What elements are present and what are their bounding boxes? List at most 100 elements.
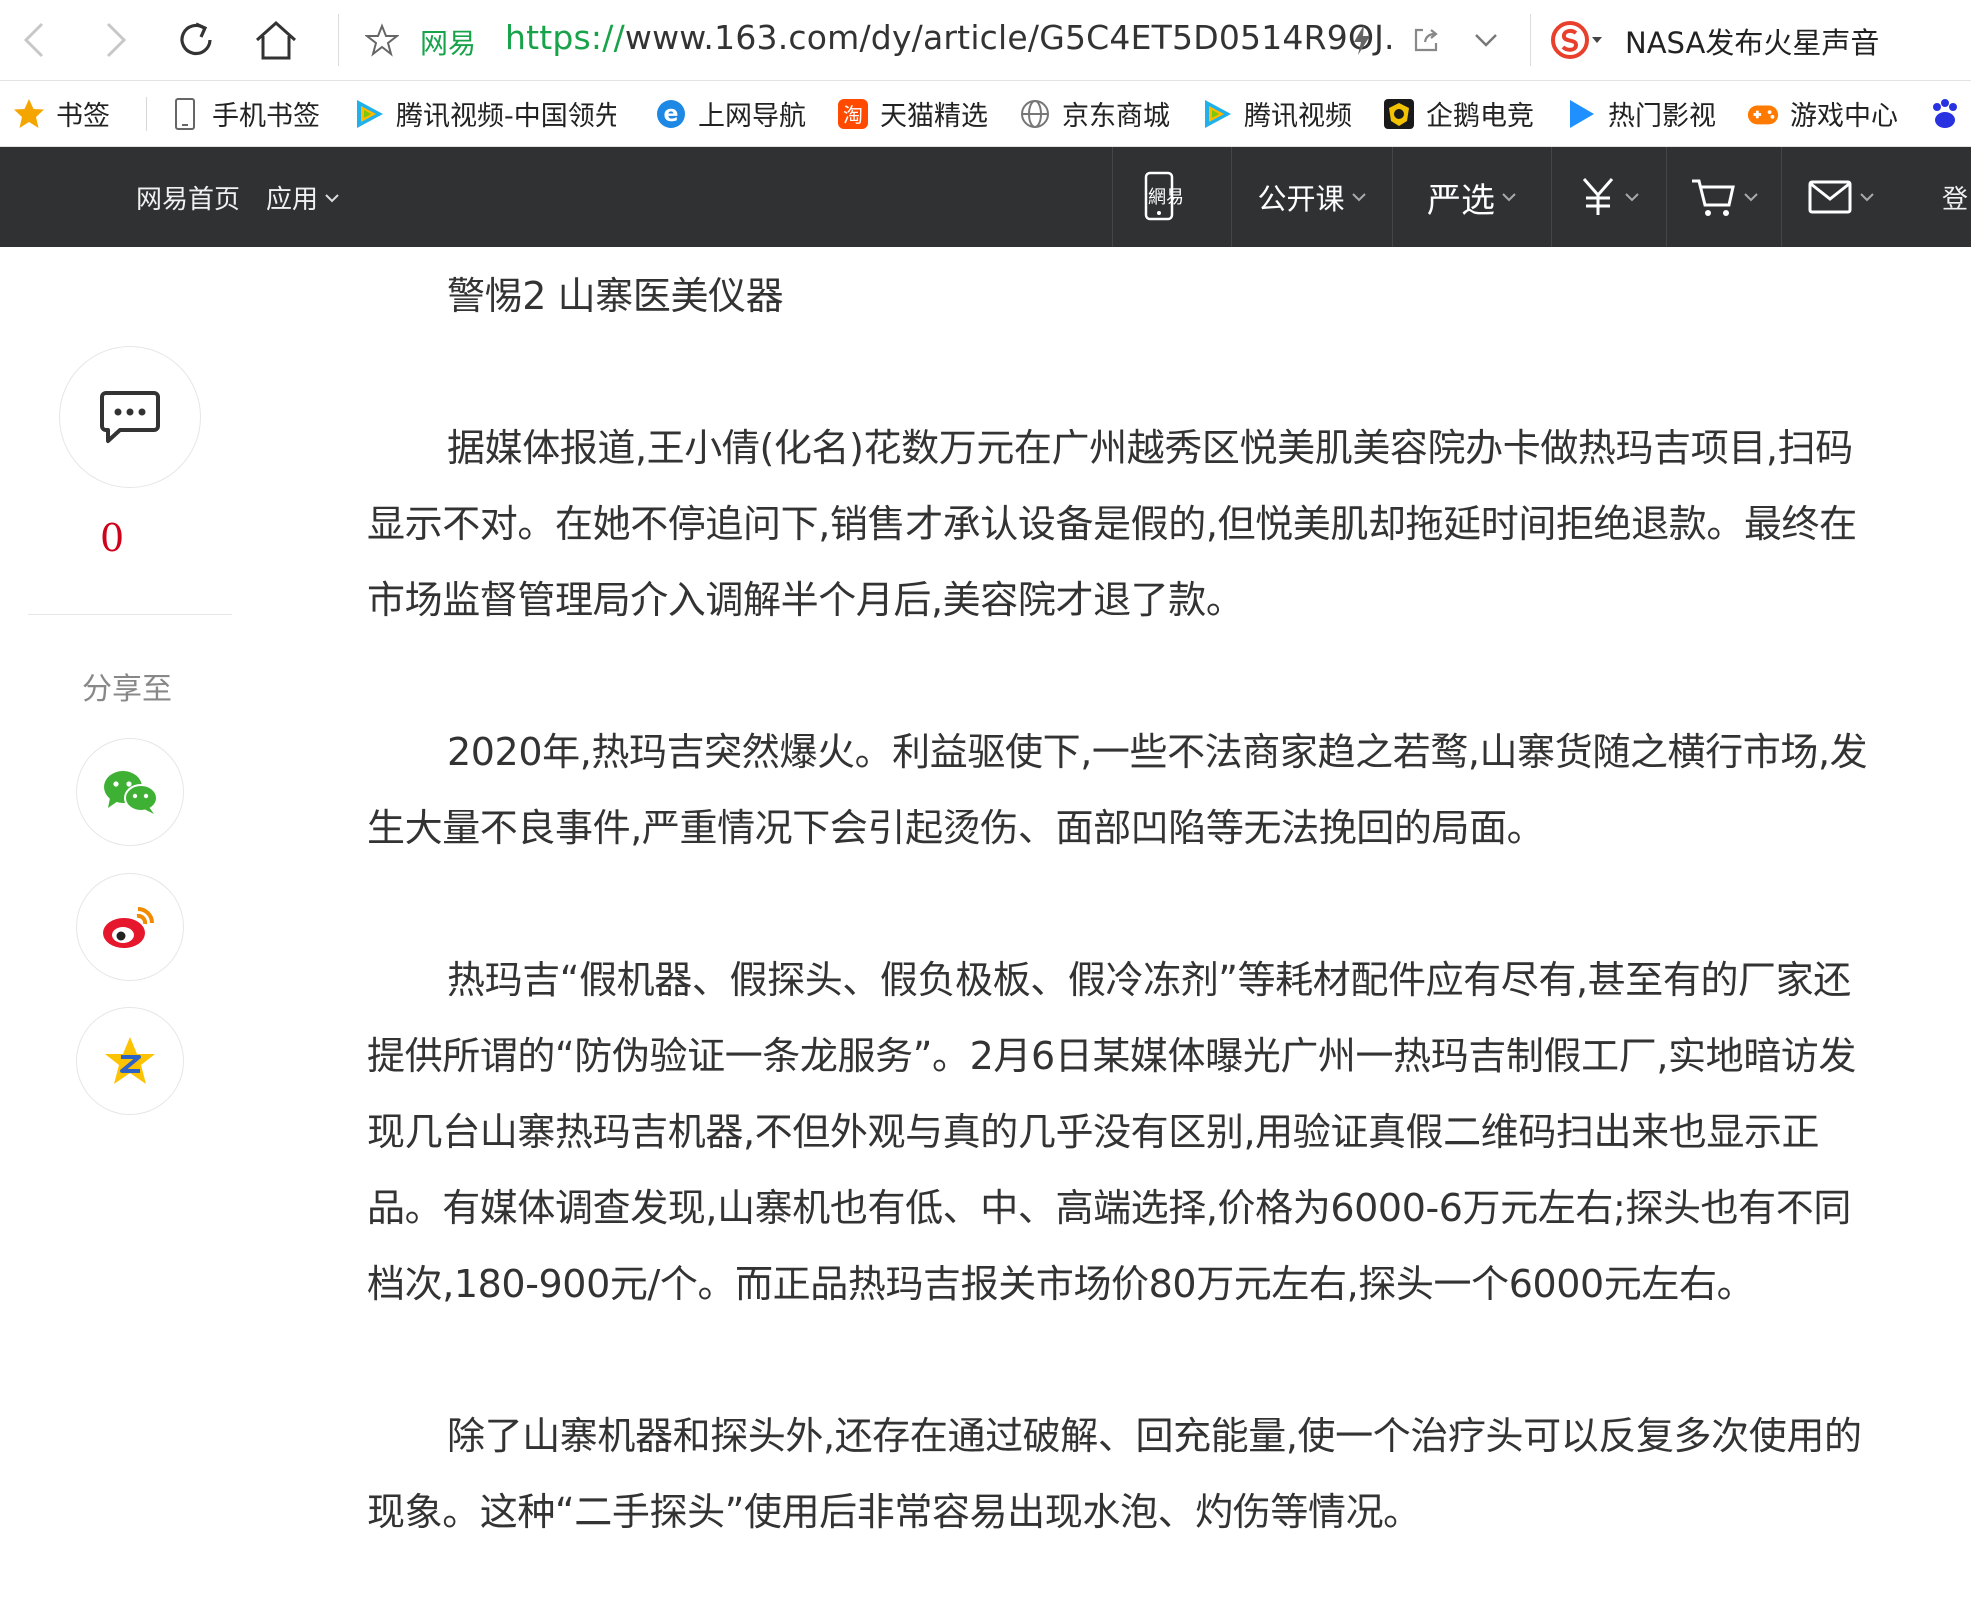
sidebar-divider	[28, 614, 232, 615]
article-paragraph: 热玛吉“假机器、假探头、假负极板、假冷冻剂”等耗材配件应有尽有,甚至有的厂家还提…	[367, 958, 1857, 1306]
speed-mode-button[interactable]	[1342, 20, 1382, 60]
toolbar-divider	[338, 14, 339, 66]
yanxuan-menu[interactable]: 严选	[1392, 147, 1551, 247]
share-qzone-button[interactable]	[76, 1007, 184, 1115]
url-field[interactable]: https://www.163.com/dy/article/G5C4ET5D0…	[505, 18, 1395, 57]
toolbar-divider	[1530, 14, 1531, 66]
mail-icon	[1808, 180, 1852, 214]
login-link[interactable]: 登	[1942, 179, 1968, 216]
play-icon	[1564, 97, 1598, 131]
taobao-icon: 淘	[836, 97, 870, 131]
star-icon	[12, 97, 46, 131]
bookmark-label: 天猫精选	[880, 101, 988, 132]
bookmark-label: 京东商城	[1062, 101, 1170, 132]
reload-icon	[180, 22, 212, 56]
gamepad-icon	[1746, 97, 1780, 131]
chevron-right-icon	[106, 22, 127, 58]
wechat-icon	[104, 771, 158, 814]
search-input[interactable]: NASA发布火星声音	[1625, 20, 1879, 62]
home-button[interactable]	[250, 14, 302, 66]
back-button[interactable]	[8, 14, 60, 66]
cart-menu[interactable]	[1666, 147, 1781, 247]
chevron-down-icon	[1625, 193, 1639, 202]
netease-app-button[interactable]: 網易	[1112, 147, 1231, 247]
site-label: 网易	[420, 27, 477, 60]
bookmark-label: 企鹅电竞	[1426, 101, 1534, 132]
svg-text:e: e	[664, 102, 679, 127]
mobile-app-icon: 網易	[1144, 171, 1184, 221]
share-wechat-button[interactable]	[76, 738, 184, 846]
svg-text:網易: 網易	[1148, 187, 1184, 208]
chevron-down-icon	[1744, 193, 1758, 202]
chevron-down-icon	[1502, 193, 1516, 202]
comment-button[interactable]	[59, 346, 201, 488]
chevron-down-icon	[1475, 34, 1497, 47]
qzone-star-icon	[105, 1037, 155, 1084]
bookmark-item-mobile[interactable]: 手机书签	[168, 81, 320, 146]
caret-down-icon	[1592, 37, 1602, 43]
star-outline-icon	[365, 23, 399, 57]
chevron-left-icon	[23, 22, 44, 58]
site-header: 网易首页 应用 網易 公开课 严选 登	[0, 147, 1971, 247]
lightning-icon	[1354, 25, 1370, 55]
article-body: 警惕2 山寨医美仪器 据媒体报道,王小倩(化名)花数万元在广州越秀区悦美肌美容院…	[367, 258, 1875, 1550]
comment-count[interactable]: 0	[100, 516, 160, 560]
weibo-icon	[103, 907, 154, 948]
share-weibo-button[interactable]	[76, 873, 184, 981]
share-icon	[1414, 28, 1438, 52]
bookmark-label: 热门影视	[1608, 101, 1716, 132]
bookmarks-bar: 书签 手机书签 腾讯视频-中国领先 e 上网导航 淘 天猫精选 京东商城 腾讯视…	[0, 81, 1971, 147]
netease-home-link[interactable]: 网易首页	[136, 179, 240, 216]
chevron-down-icon	[1860, 193, 1874, 202]
share-page-button[interactable]	[1406, 20, 1446, 60]
url-dropdown-button[interactable]	[1466, 20, 1506, 60]
mail-menu[interactable]	[1781, 147, 1900, 247]
article-paragraph: 据媒体报道,王小倩(化名)花数万元在广州越秀区悦美肌美容院办卡做热玛吉项目,扫码…	[367, 426, 1857, 622]
bookmark-item-bookmarks[interactable]: 书签	[12, 81, 110, 146]
chevron-down-icon	[325, 193, 339, 202]
bookmark-label: 书签	[56, 101, 110, 132]
comment-bubble-icon	[100, 391, 160, 443]
article-subheading: 警惕2 山寨医美仪器	[447, 274, 784, 318]
bookmark-item-hot-films[interactable]: 热门影视	[1564, 81, 1716, 146]
bookmark-item-tencent-video-china[interactable]: 腾讯视频-中国领先	[352, 81, 616, 146]
article-paragraph: 除了山寨机器和探头外,还存在通过破解、回充能量,使一个治疗头可以反复多次使用的现…	[367, 1414, 1862, 1534]
open-course-label: 公开课	[1257, 182, 1345, 216]
bookmark-label: 上网导航	[698, 101, 806, 132]
bookmark-label: 手机书签	[212, 101, 320, 132]
bookmark-label: 游戏中心	[1790, 101, 1898, 132]
article-paragraph: 2020年,热玛吉突然爆火。利益驱使下,一些不法商家趋之若鹜,山寨货随之横行市场…	[367, 730, 1868, 850]
svg-text:淘: 淘	[843, 103, 863, 127]
forward-button[interactable]	[90, 14, 142, 66]
bookmark-item-baidu[interactable]	[1928, 81, 1971, 146]
bookmark-item-game-center[interactable]: 游戏中心	[1746, 81, 1898, 146]
apps-menu[interactable]: 应用	[266, 179, 340, 216]
reload-button[interactable]	[170, 14, 222, 66]
shopping-cart-icon	[1692, 179, 1735, 216]
payment-menu[interactable]	[1551, 147, 1666, 247]
url-path: www.163.com/dy/article/G5C4ET5D0514R9OJ.	[624, 18, 1395, 57]
share-label: 分享至	[82, 672, 172, 707]
bookmark-label: 腾讯视频	[1244, 101, 1352, 132]
apps-label: 应用	[266, 185, 319, 215]
bookmark-item-web-navigation[interactable]: e 上网导航	[654, 81, 806, 146]
tencent-video-icon	[1200, 97, 1234, 131]
open-course-menu[interactable]: 公开课	[1231, 147, 1392, 247]
home-icon	[255, 20, 297, 60]
bookmark-item-tmall[interactable]: 淘 天猫精选	[836, 81, 988, 146]
baidu-paw-icon	[1928, 97, 1962, 131]
url-scheme: https://	[505, 18, 625, 57]
favorite-button[interactable]	[362, 20, 402, 60]
bookmark-label: 腾讯视频-中国领先	[396, 101, 616, 132]
search-engine-selector[interactable]	[1550, 18, 1610, 62]
chevron-down-icon	[1351, 193, 1366, 202]
bookmark-item-penguin-esports[interactable]: 企鹅电竞	[1382, 81, 1534, 146]
phone-icon	[168, 97, 202, 131]
penguin-esports-icon	[1382, 97, 1416, 131]
sogou-logo-icon	[1551, 21, 1589, 59]
address-bar: 网易 https://www.163.com/dy/article/G5C4ET…	[0, 0, 1971, 81]
bookmark-divider	[146, 97, 147, 131]
bookmark-item-tencent-video[interactable]: 腾讯视频	[1200, 81, 1352, 146]
bookmark-item-jd[interactable]: 京东商城	[1018, 81, 1170, 146]
yanxuan-label: 严选	[1427, 180, 1495, 221]
